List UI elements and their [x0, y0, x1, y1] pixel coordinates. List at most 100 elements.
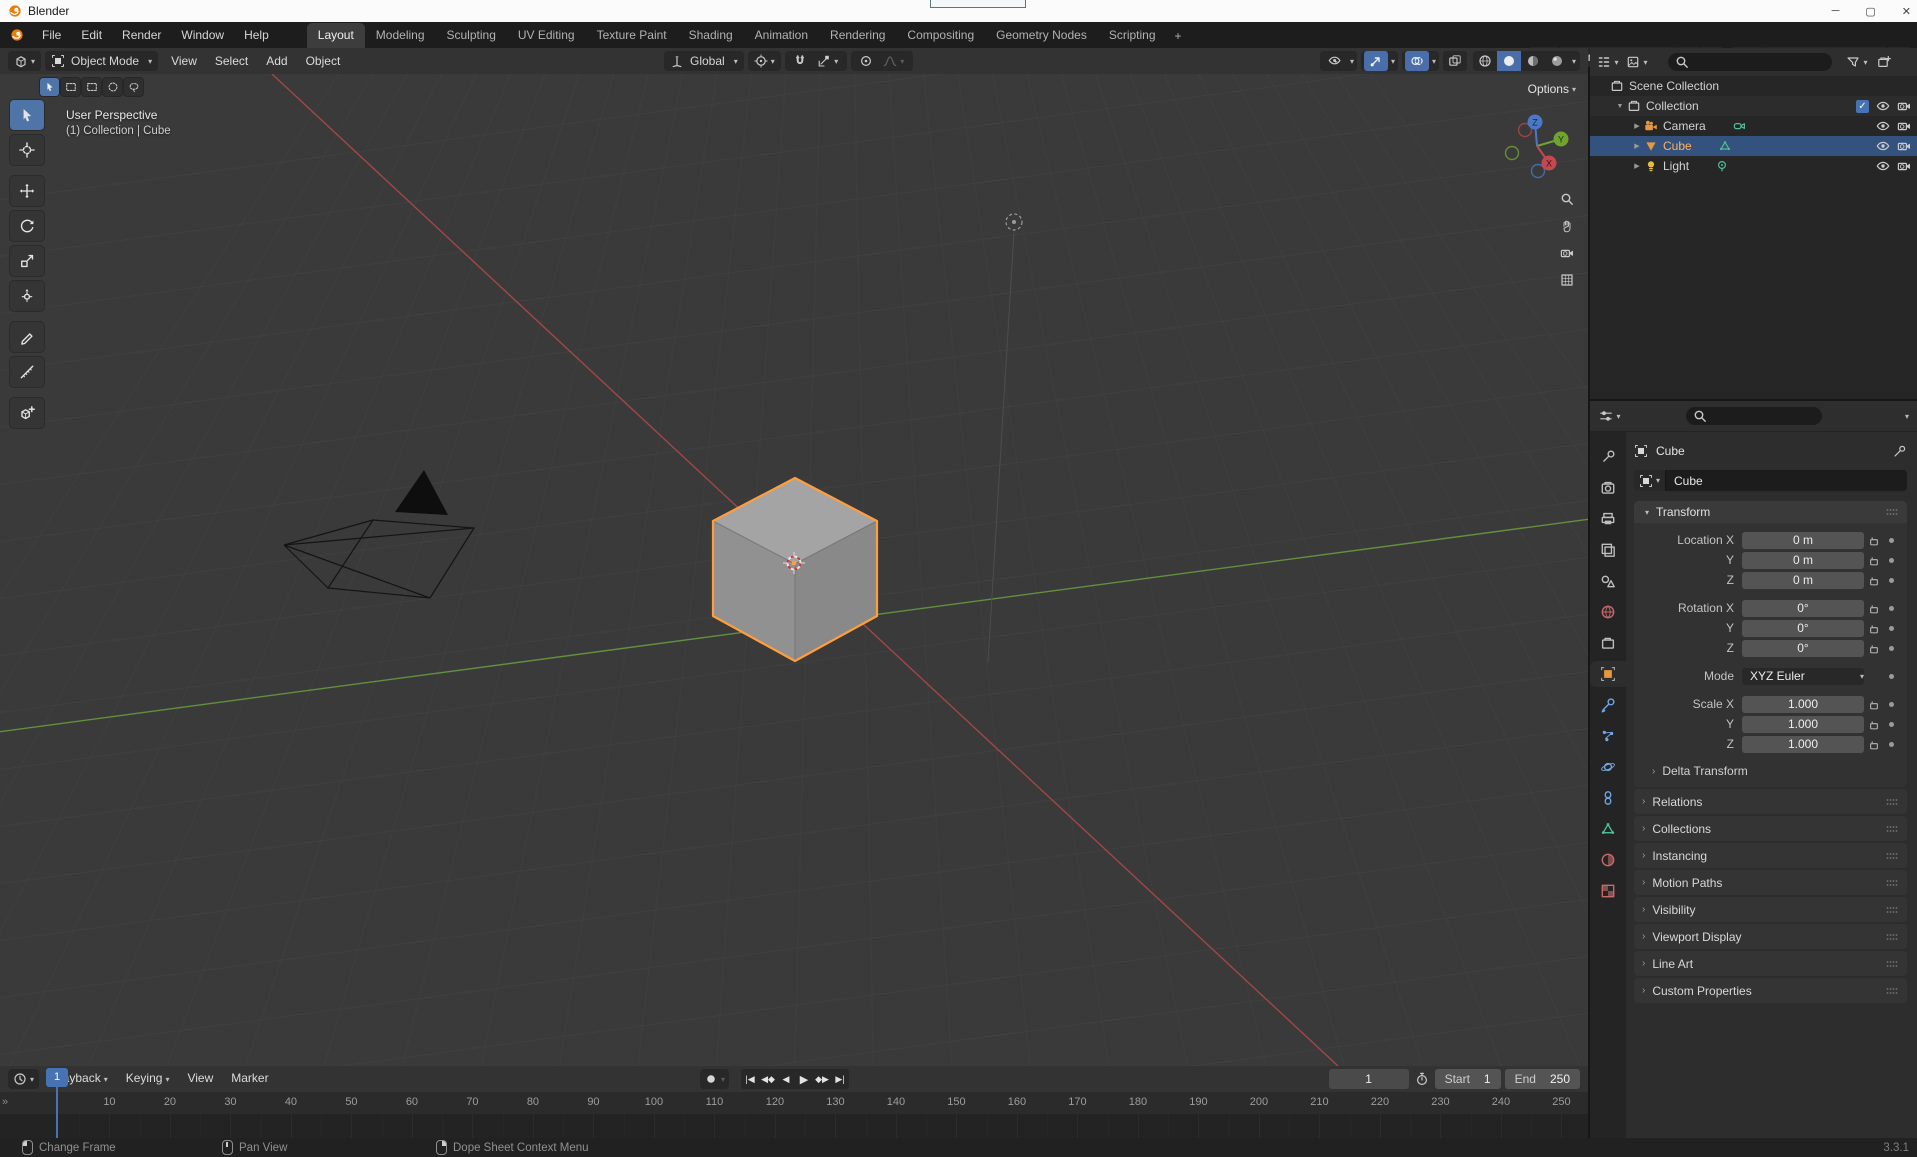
- delta-transform-panel[interactable]: › Delta Transform: [1652, 761, 1907, 781]
- expand-channels-icon[interactable]: »: [2, 1096, 8, 1108]
- select-mode-0[interactable]: [40, 78, 59, 96]
- tab-sculpting[interactable]: Sculpting: [436, 23, 507, 48]
- properties-search-input[interactable]: [1686, 407, 1822, 425]
- tab-texture-paint[interactable]: Texture Paint: [586, 23, 678, 48]
- animate-dot[interactable]: [1889, 605, 1894, 611]
- outliner-editor-type-button[interactable]: ▾: [1596, 52, 1620, 72]
- zoom-view-icon[interactable]: [1560, 192, 1574, 206]
- properties-tab-collection[interactable]: [1590, 630, 1626, 656]
- tool-rotate[interactable]: [10, 211, 44, 241]
- properties-tab-physics[interactable]: [1590, 754, 1626, 780]
- overlays-toggle[interactable]: [1404, 51, 1429, 71]
- jump-to-start-button[interactable]: |◀: [741, 1069, 760, 1089]
- lock-icon[interactable]: [1864, 573, 1884, 587]
- tab-modeling[interactable]: Modeling: [365, 23, 436, 48]
- disable-in-renders-icon[interactable]: [1897, 99, 1911, 113]
- mode-dropdown[interactable]: Object Mode ▾: [45, 51, 159, 71]
- gizmos-toggle[interactable]: [1363, 51, 1388, 71]
- tab-animation[interactable]: Animation: [744, 23, 819, 48]
- lock-icon[interactable]: [1864, 533, 1884, 547]
- timeline-track-area[interactable]: [0, 1114, 1588, 1138]
- tab-rendering[interactable]: Rendering: [819, 23, 896, 48]
- properties-tab-modifiers[interactable]: [1590, 692, 1626, 718]
- properties-tab-data[interactable]: [1590, 816, 1626, 842]
- select-mode-4[interactable]: [124, 78, 143, 96]
- tab-shading[interactable]: Shading: [678, 23, 744, 48]
- value-field[interactable]: 0 m: [1742, 531, 1864, 549]
- properties-tab-world[interactable]: [1590, 599, 1626, 625]
- menu-help[interactable]: Help: [234, 28, 279, 42]
- pin-id-icon[interactable]: [1893, 444, 1907, 458]
- close-button[interactable]: ✕: [1902, 5, 1911, 18]
- proportional-editing-toggle[interactable]: [854, 51, 878, 71]
- properties-tab-render[interactable]: [1590, 475, 1626, 501]
- value-field[interactable]: 1.000: [1742, 695, 1864, 713]
- new-collection-button[interactable]: [1872, 52, 1896, 72]
- lock-icon[interactable]: [1864, 601, 1884, 615]
- viewport-menu-view[interactable]: View: [162, 48, 206, 74]
- animate-dot[interactable]: [1889, 577, 1894, 583]
- panel-visibility[interactable]: › Visibility: [1634, 897, 1907, 922]
- prev-frame-button[interactable]: ◀: [777, 1069, 796, 1089]
- select-mode-3[interactable]: [103, 78, 122, 96]
- shading-material-button[interactable]: [1521, 51, 1545, 71]
- lock-icon[interactable]: [1864, 621, 1884, 635]
- jump-to-end-button[interactable]: ▶|: [831, 1069, 850, 1089]
- current-frame-field[interactable]: 1: [1328, 1069, 1409, 1089]
- add-workspace-button[interactable]: +: [1167, 24, 1190, 48]
- disclosure-icon[interactable]: ▶: [1630, 122, 1644, 130]
- viewport-canvas[interactable]: User Perspective (1) Collection | Cube O…: [0, 74, 1588, 1066]
- panel-relations[interactable]: › Relations: [1634, 789, 1907, 814]
- menu-window[interactable]: Window: [171, 28, 234, 42]
- animate-dot[interactable]: [1889, 741, 1894, 747]
- value-field[interactable]: 0°: [1742, 639, 1864, 657]
- tool-transform[interactable]: [10, 281, 44, 311]
- options-dropdown[interactable]: Options ▾: [1528, 82, 1576, 96]
- tool-measure[interactable]: [10, 357, 44, 387]
- exclude-checkbox[interactable]: ✓: [1856, 99, 1869, 113]
- animate-dot[interactable]: [1889, 645, 1894, 651]
- hide-in-viewport-icon[interactable]: [1876, 99, 1890, 113]
- auto-keying-toggle[interactable]: ▾: [700, 1069, 730, 1089]
- properties-tab-output[interactable]: [1590, 506, 1626, 532]
- properties-tab-scene[interactable]: [1590, 568, 1626, 594]
- menu-file[interactable]: File: [32, 28, 71, 42]
- disable-in-renders-icon[interactable]: [1897, 159, 1911, 173]
- tab-geometry-nodes[interactable]: Geometry Nodes: [985, 23, 1098, 48]
- filter-dropdown[interactable]: ▾: [1842, 52, 1872, 72]
- panel-viewport-display[interactable]: › Viewport Display: [1634, 924, 1907, 949]
- disclosure-icon[interactable]: ▶: [1630, 142, 1644, 150]
- tool-annotate[interactable]: [10, 322, 44, 352]
- menu-render[interactable]: Render: [112, 28, 171, 42]
- viewport-menu-object[interactable]: Object: [297, 48, 350, 74]
- lock-icon[interactable]: [1864, 641, 1884, 655]
- falloff-dropdown[interactable]: ▾: [878, 51, 910, 71]
- start-frame-field[interactable]: Start 1: [1434, 1069, 1501, 1089]
- value-field[interactable]: 0°: [1742, 619, 1864, 637]
- hide-in-viewport-icon[interactable]: [1876, 159, 1890, 173]
- outliner-row-collection[interactable]: ▼ Collection ✓: [1590, 96, 1917, 116]
- tool-scale[interactable]: [10, 246, 44, 276]
- panel-line-art[interactable]: › Line Art: [1634, 951, 1907, 976]
- properties-tab-particles[interactable]: [1590, 723, 1626, 749]
- shading-rendered-button[interactable]: [1545, 51, 1569, 71]
- panel-collections[interactable]: › Collections: [1634, 816, 1907, 841]
- panel-custom-properties[interactable]: › Custom Properties: [1634, 978, 1907, 1003]
- orthographic-toggle-icon[interactable]: [1560, 273, 1574, 287]
- animate-dot[interactable]: [1889, 721, 1894, 727]
- rotation-mode-dropdown[interactable]: XYZ Euler ▾: [1742, 667, 1864, 685]
- animate-dot[interactable]: [1889, 701, 1894, 707]
- blender-menu-icon[interactable]: [10, 28, 24, 42]
- timeline-menu-keying[interactable]: Keying ▾: [117, 1065, 179, 1093]
- tool-add-cube[interactable]: [10, 398, 44, 428]
- properties-editor-type-button[interactable]: ▾: [1598, 406, 1622, 426]
- pan-view-icon[interactable]: [1560, 219, 1574, 233]
- outliner-row-cube[interactable]: ▶ Cube: [1590, 136, 1917, 156]
- animate-dot[interactable]: [1889, 625, 1894, 631]
- outliner-search-input[interactable]: [1668, 53, 1832, 71]
- select-mode-2[interactable]: [82, 78, 101, 96]
- disclosure-icon[interactable]: ▼: [1613, 103, 1627, 110]
- outliner-row-light[interactable]: ▶ Light: [1590, 156, 1917, 176]
- properties-tab-constraints[interactable]: [1590, 785, 1626, 811]
- value-field[interactable]: 0 m: [1742, 551, 1864, 569]
